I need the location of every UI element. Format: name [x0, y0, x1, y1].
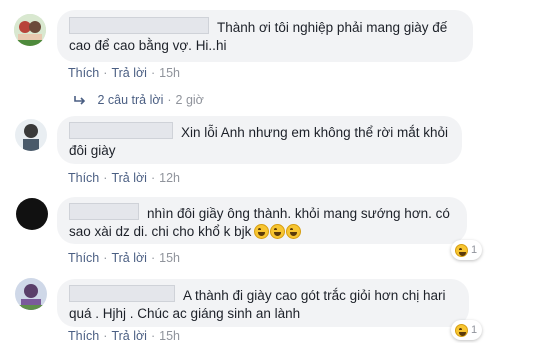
- comment-bubble: nhìn đôi giầy ông thành. khỏi mang sướng…: [57, 197, 467, 244]
- reply-link[interactable]: Trả lời: [111, 329, 147, 343]
- author-name[interactable]: [69, 203, 139, 220]
- comment-actions: Thích · Trả lời · 15h: [68, 66, 180, 80]
- author-name[interactable]: [69, 17, 209, 34]
- comment-bubble: A thành đi giày cao gót trắc giỏi hơn ch…: [57, 279, 469, 327]
- view-replies[interactable]: 2 câu trả lời · 2 giờ: [74, 93, 204, 107]
- reply-link[interactable]: Trả lời: [111, 66, 147, 80]
- timestamp[interactable]: 15h: [159, 251, 180, 265]
- like-link[interactable]: Thích: [68, 66, 99, 80]
- like-link[interactable]: Thích: [68, 171, 99, 185]
- comment-actions: Thích · Trả lời · 15h: [68, 251, 180, 265]
- reply-time: 2 giờ: [175, 93, 204, 107]
- timestamp[interactable]: 15h: [159, 66, 180, 80]
- comment-actions: Thích · Trả lời · 15h: [68, 329, 180, 343]
- reply-link[interactable]: Trả lời: [111, 251, 147, 265]
- comment-bubble: Xin lỗi Anh nhưng em không thể rời mắt k…: [57, 116, 462, 164]
- laughing-emoji-icon: [253, 224, 302, 239]
- avatar[interactable]: [15, 278, 47, 310]
- avatar[interactable]: [15, 119, 47, 151]
- reaction-badge[interactable]: 1: [451, 320, 483, 340]
- avatar[interactable]: [14, 14, 46, 46]
- separator: ·: [103, 171, 108, 185]
- comment-actions: Thích · Trả lời · 12h: [68, 171, 180, 185]
- reaction-count: 1: [471, 244, 478, 256]
- timestamp[interactable]: 12h: [159, 171, 180, 185]
- timestamp[interactable]: 15h: [159, 329, 180, 343]
- reply-link[interactable]: Trả lời: [111, 171, 147, 185]
- avatar[interactable]: [16, 198, 48, 230]
- avatar-photo-icon: [14, 14, 46, 46]
- separator: ·: [150, 251, 156, 265]
- like-link[interactable]: Thích: [68, 251, 99, 265]
- reaction-badge[interactable]: 1: [451, 240, 483, 260]
- avatar-photo-icon: [15, 119, 47, 151]
- reply-arrow-icon: [74, 93, 88, 107]
- reply-count[interactable]: 2 câu trả lời: [97, 93, 163, 107]
- haha-reaction-icon: [455, 323, 468, 337]
- separator: ·: [167, 93, 172, 107]
- avatar-photo-icon: [15, 278, 47, 310]
- like-link[interactable]: Thích: [68, 329, 99, 343]
- author-name[interactable]: [69, 285, 175, 302]
- separator: ·: [103, 329, 108, 343]
- separator: ·: [150, 66, 156, 80]
- separator: ·: [103, 66, 108, 80]
- separator: ·: [150, 329, 156, 343]
- separator: ·: [103, 251, 108, 265]
- haha-reaction-icon: [455, 243, 468, 257]
- separator: ·: [150, 171, 156, 185]
- reaction-count: 1: [471, 324, 478, 336]
- comment-bubble: Thành ơi tôi nghiệp phải mang giày đế ca…: [57, 10, 473, 62]
- author-name[interactable]: [69, 122, 173, 139]
